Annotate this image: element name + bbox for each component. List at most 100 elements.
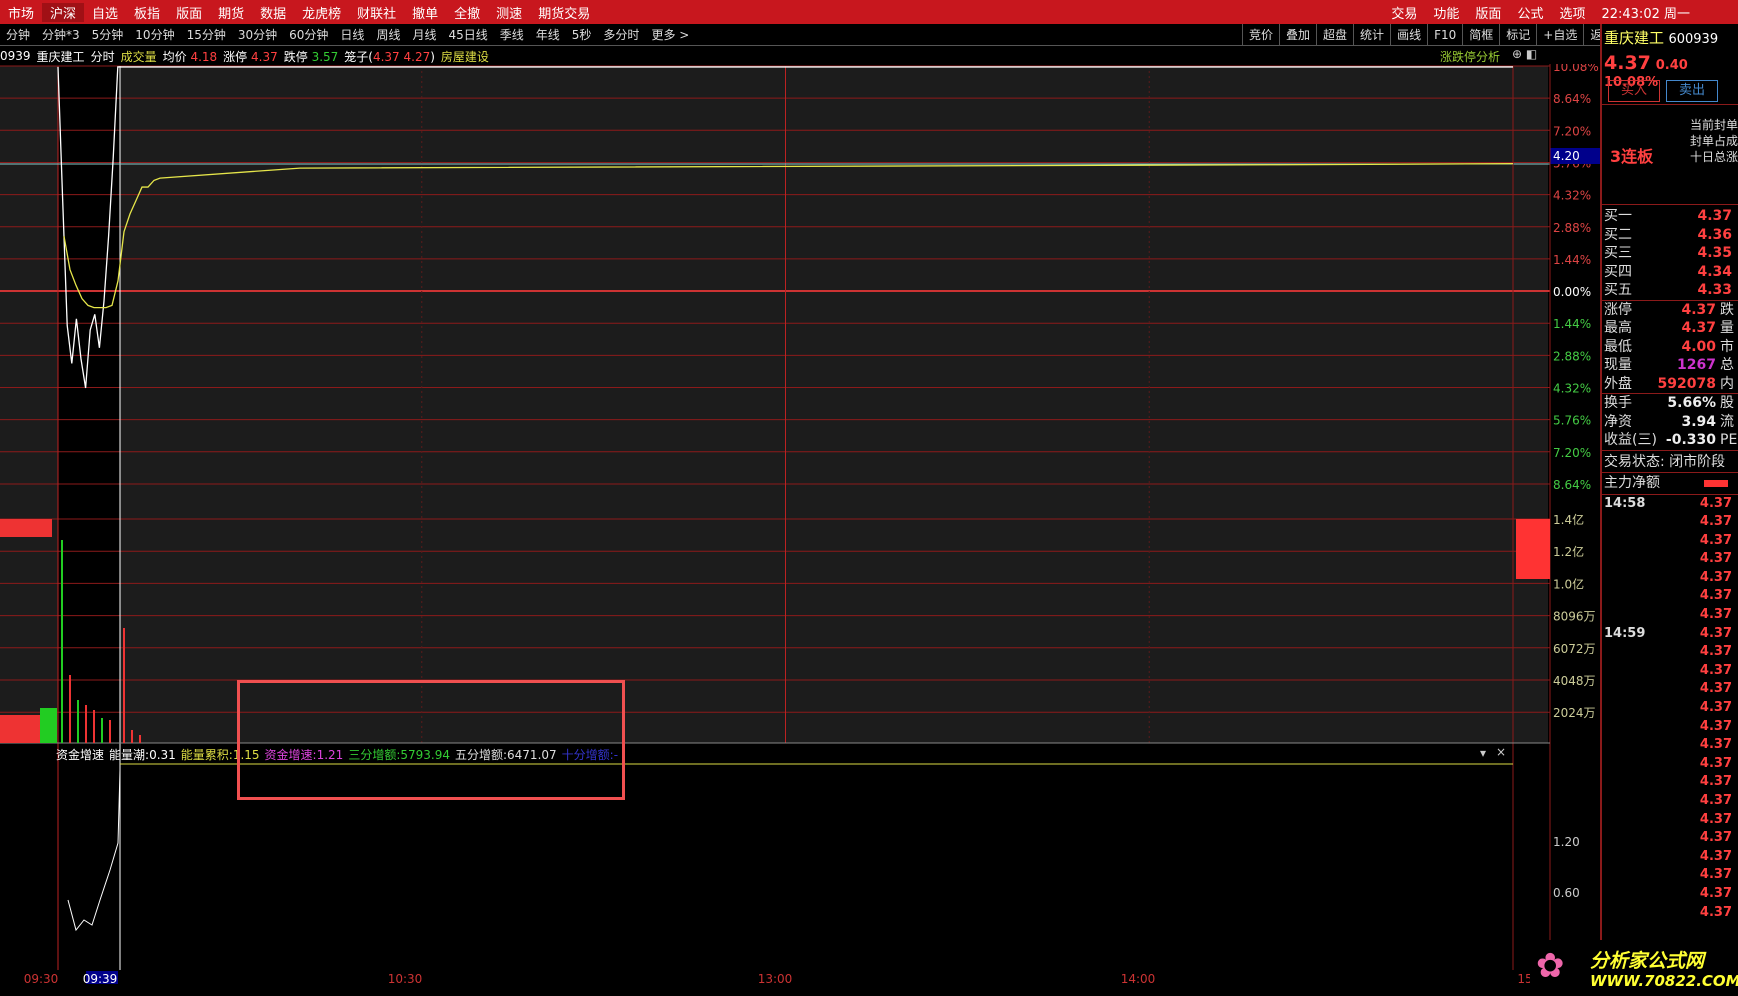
menu-right-item[interactable]: 版面 xyxy=(1467,3,1509,22)
menu-right-item[interactable]: 交易 xyxy=(1383,3,1425,22)
indicator-name[interactable]: 资金增速 xyxy=(56,746,104,763)
volume-tick-label: 1.0亿 xyxy=(1553,576,1584,591)
tick-row: 4.37 xyxy=(1602,606,1738,625)
tick-row: 4.37 xyxy=(1602,755,1738,774)
tool-button[interactable]: 标记 xyxy=(1499,24,1536,46)
tick-price: 4.37 xyxy=(1699,532,1732,548)
expand-icon[interactable]: ⊕ ◧ xyxy=(1512,47,1537,61)
period-tab[interactable]: 更多 > xyxy=(645,26,695,43)
tick-price: 4.37 xyxy=(1699,830,1732,846)
period-tab[interactable]: 季线 xyxy=(494,26,530,43)
quote-row: 买三 4.35 xyxy=(1602,244,1738,263)
period-tab[interactable]: 多分时 xyxy=(597,26,645,43)
tick-row: 4.37 xyxy=(1602,736,1738,755)
menu-right-item[interactable]: 选项 xyxy=(1551,3,1593,22)
tick-price: 4.37 xyxy=(1699,607,1732,623)
period-tab[interactable]: 周线 xyxy=(370,26,406,43)
menu-item[interactable]: 版面 xyxy=(168,3,210,22)
period-tab[interactable]: 15分钟 xyxy=(181,26,232,43)
sell-button[interactable]: 卖出 xyxy=(1666,80,1718,102)
menu-item[interactable]: 沪深 xyxy=(42,2,85,22)
menu-bar: 市场 沪深 自选 板指 版面 期货 数据 龙虎榜 财联社 撤单 全撤 测速 期货交易 交易 功能 版面 公式 选项… xyxy=(0,0,1738,24)
menu-item[interactable]: 期货交易 xyxy=(530,3,598,22)
main-net-label: 主力净额 xyxy=(1604,475,1660,491)
quote-row: 外盘 592078 内 xyxy=(1602,375,1738,394)
row-label: 最低 xyxy=(1604,338,1632,355)
tool-button[interactable]: F10 xyxy=(1427,24,1462,46)
row-value: -0.330 xyxy=(1665,432,1716,448)
row-suffix: 市 xyxy=(1720,338,1734,355)
tool-button[interactable]: 叠加 xyxy=(1279,24,1316,46)
tick-row: 4.37 xyxy=(1602,904,1738,923)
period-tab[interactable]: 30分钟 xyxy=(232,26,283,43)
stock-code: 0939 xyxy=(0,49,31,63)
menu-item[interactable]: 测速 xyxy=(488,3,530,22)
tool-button[interactable]: 统计 xyxy=(1353,24,1390,46)
period-tab[interactable]: 45日线 xyxy=(442,26,493,43)
tool-button[interactable]: 超盘 xyxy=(1316,24,1353,46)
period-tab[interactable]: 5秒 xyxy=(566,26,598,43)
pct-tick-label: 1.44% xyxy=(1553,253,1591,267)
cage-label: 笼子( xyxy=(344,49,373,64)
tick-price: 4.37 xyxy=(1699,737,1732,753)
period-tab[interactable]: 分钟 xyxy=(0,26,36,43)
row-value: 4.37 xyxy=(1681,301,1716,318)
sector-label[interactable]: 房屋建设 xyxy=(441,48,489,65)
tool-button[interactable]: 竞价 xyxy=(1242,24,1279,46)
row-label: 现量 xyxy=(1604,357,1632,373)
tick-row: 4.37 xyxy=(1602,532,1738,551)
cage-high: 4.37 xyxy=(372,49,400,64)
tick-row: 4.37 xyxy=(1602,513,1738,532)
price-tag-text: 4.20 xyxy=(1553,149,1580,163)
main-net-bar xyxy=(1704,479,1728,487)
tick-price: 4.37 xyxy=(1699,774,1732,790)
volume-label[interactable]: 成交量 xyxy=(121,48,157,65)
stats2-list: 换手 5.66% 股净资 3.94 流收益(三) -0.330 PE xyxy=(1602,393,1738,450)
indicator-dropdown-icon[interactable]: ▾ xyxy=(1480,746,1486,760)
pct-tick-label: 8.64% xyxy=(1553,92,1591,106)
tick-row: 4.37 xyxy=(1602,829,1738,848)
limit-analysis-link[interactable]: 涨跌停分析 xyxy=(1440,48,1500,65)
menu-right-item[interactable]: 功能 xyxy=(1425,3,1467,22)
tick-price: 4.37 xyxy=(1699,718,1732,734)
menu-item[interactable]: 市场 xyxy=(0,3,42,22)
tick-price: 4.37 xyxy=(1699,681,1732,697)
menu-right-item[interactable]: 公式 xyxy=(1509,3,1551,22)
period-tab[interactable]: 年线 xyxy=(530,26,566,43)
row-value: 4.35 xyxy=(1697,245,1732,261)
clock: 22:43:02 周一 xyxy=(1601,6,1690,22)
row-label: 收益(三) xyxy=(1604,432,1657,448)
accum-label: 能量累积: xyxy=(180,747,233,762)
tick-price: 4.37 xyxy=(1699,755,1732,771)
auction-bar-green xyxy=(40,708,57,743)
tick-list[interactable]: 14:58 4.37 4.37 4.37 4.37 4.37 4.37 4.37 14:59 4.… xyxy=(1602,493,1738,923)
menu-item[interactable]: 财联社 xyxy=(349,3,404,22)
row-value: 4.33 xyxy=(1697,282,1732,298)
indicator-close-icon[interactable]: × xyxy=(1496,745,1506,759)
menu-item[interactable]: 期货 xyxy=(210,3,252,22)
tool-button[interactable]: 画线 xyxy=(1390,24,1427,46)
period-tab[interactable]: 60分钟 xyxy=(283,26,334,43)
menu-item[interactable]: 撤单 xyxy=(404,3,446,22)
buy-button[interactable]: 买入 xyxy=(1608,80,1660,102)
period-tab[interactable]: 日线 xyxy=(334,26,370,43)
tool-button[interactable]: 简框 xyxy=(1462,24,1499,46)
tick-price: 4.37 xyxy=(1699,644,1732,660)
row-suffix: 流 xyxy=(1720,413,1734,430)
period-tab[interactable]: 5分钟 xyxy=(86,26,130,43)
period-tab[interactable]: 10分钟 xyxy=(129,26,180,43)
row-suffix: PE xyxy=(1720,432,1738,448)
menu-item[interactable]: 全撤 xyxy=(446,3,488,22)
menu-item[interactable]: 数据 xyxy=(252,3,294,22)
pct-tick-label: 1.44% xyxy=(1553,317,1591,331)
menu-item[interactable]: 龙虎榜 xyxy=(294,3,349,22)
logo-text: 分析家公式网 xyxy=(1590,950,1705,972)
row-value: 4.37 xyxy=(1681,320,1716,336)
menu-item[interactable]: 板指 xyxy=(126,3,168,22)
tool-button[interactable]: +自选 xyxy=(1536,24,1583,46)
mode-label[interactable]: 分时 xyxy=(91,48,115,65)
period-tab[interactable]: 月线 xyxy=(406,26,442,43)
tick-price: 4.37 xyxy=(1699,569,1732,585)
menu-item[interactable]: 自选 xyxy=(84,3,126,22)
period-tab[interactable]: 分钟*3 xyxy=(36,26,86,43)
